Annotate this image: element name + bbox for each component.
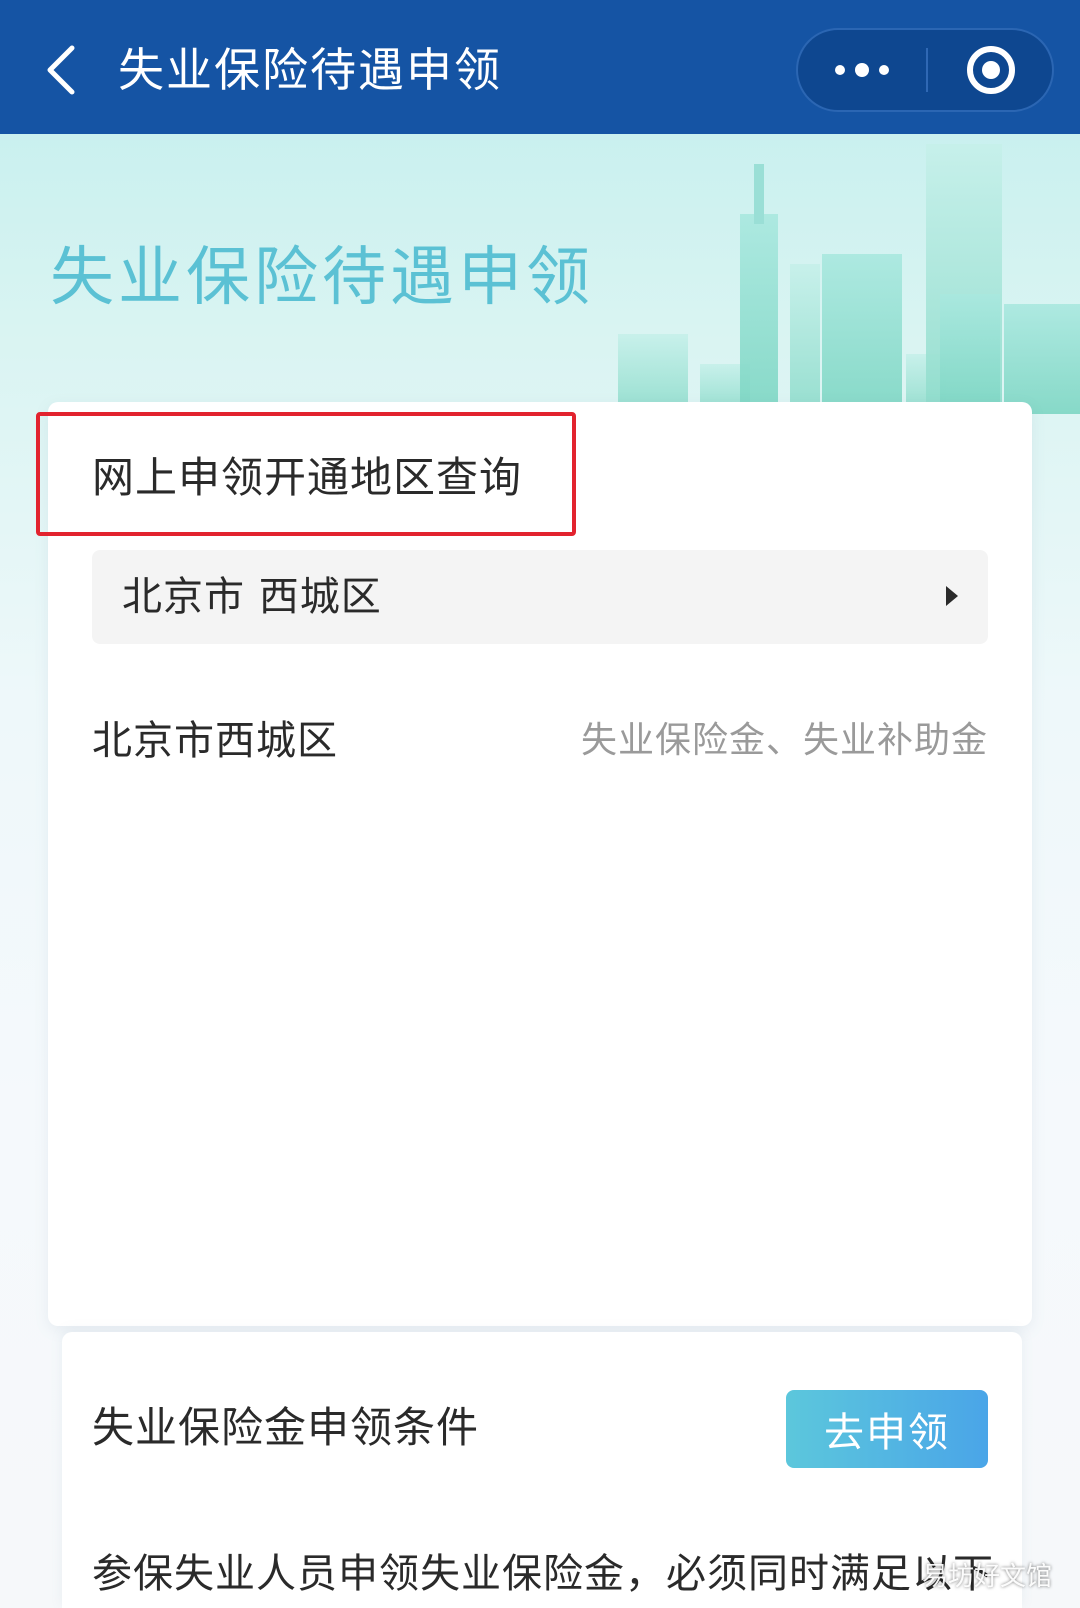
conditions-description: 参保失业人员申领失业保险金，必须同时满足以下 (92, 1551, 994, 1597)
banner-title: 失业保险待遇申领 (50, 241, 594, 315)
region-query-card (48, 402, 1032, 1326)
result-benefit-types: 失业保险金、失业补助金 (580, 720, 988, 761)
close-mini-program-button[interactable] (928, 30, 1054, 110)
city-skyline-illustration (618, 144, 1080, 414)
result-region-name: 北京市西城区 (92, 718, 338, 764)
back-button[interactable] (38, 40, 86, 100)
top-navbar: 失业保险待遇申领 (0, 0, 1080, 134)
region-query-title: 网上申领开通地区查询 (92, 453, 523, 502)
chevron-left-icon (47, 45, 75, 95)
mini-program-capsule (796, 28, 1054, 112)
target-circle-icon (967, 46, 1015, 94)
region-select-value: 北京市 西城区 (122, 574, 382, 620)
navbar-title: 失业保险待遇申领 (118, 43, 502, 97)
conditions-title: 失业保险金申领条件 (92, 1403, 480, 1452)
watermark-text: 易坊好文馆 (921, 1562, 1052, 1592)
caret-right-icon (946, 586, 958, 606)
region-select[interactable]: 北京市 西城区 (92, 550, 988, 644)
more-button[interactable] (798, 30, 926, 110)
apply-button[interactable]: 去申领 (786, 1390, 988, 1468)
more-dots-icon (835, 63, 889, 77)
